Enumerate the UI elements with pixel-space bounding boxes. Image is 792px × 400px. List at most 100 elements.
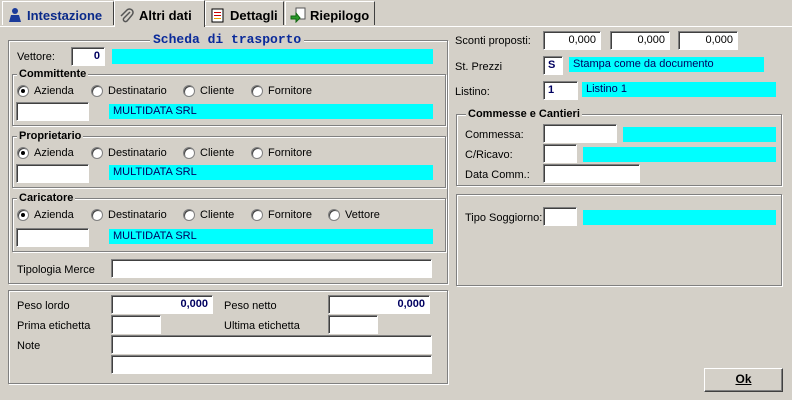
summary-icon [290, 7, 306, 24]
tab-label: Riepilogo [310, 7, 370, 23]
committente-code-field[interactable] [16, 102, 89, 121]
radio-dot [251, 209, 263, 221]
st-prezzi-label: St. Prezzi [455, 61, 503, 73]
radio-label: Destinatario [108, 209, 167, 221]
radio-dot [17, 209, 29, 221]
note-label: Note [17, 340, 41, 352]
tipologia-merce-field[interactable] [111, 259, 432, 278]
radio-dot [183, 209, 195, 221]
proprietario-title: Proprietario [17, 130, 84, 142]
radio-dot [328, 209, 340, 221]
radio-dot [251, 147, 263, 159]
radio-dot [183, 147, 195, 159]
radio-label: Azienda [34, 85, 74, 97]
committente-name-field: MULTIDATA SRL [109, 104, 433, 119]
listino-code-field[interactable]: 1 [543, 81, 578, 100]
tipo-soggiorno-label: Tipo Soggiorno: [465, 212, 543, 224]
tab-dettagli[interactable]: Dettagli [205, 1, 284, 25]
scheda-trasporto-title: Scheda di trasporto [150, 32, 305, 47]
ok-button-label: Ok [735, 372, 752, 386]
peso-lordo-field[interactable]: 0,000 [111, 295, 213, 314]
paperclip-icon [119, 7, 135, 24]
radio-dot [17, 85, 29, 97]
listino-desc: Listino 1 [582, 82, 776, 97]
caricatore-name-field: MULTIDATA SRL [109, 229, 433, 244]
radio-dot [17, 147, 29, 159]
commessa-desc [623, 127, 776, 142]
caricatore-radio-destinatario[interactable]: Destinatario [91, 209, 167, 221]
ultima-etichetta-label: Ultima etichetta [224, 320, 300, 332]
committente-radio-azienda[interactable]: Azienda [17, 85, 74, 97]
radio-label: Azienda [34, 209, 74, 221]
commessa-label: Commessa: [465, 129, 524, 141]
radio-label: Fornitore [268, 85, 313, 97]
data-comm-label: Data Comm.: [465, 169, 530, 181]
radio-label: Fornitore [268, 209, 313, 221]
radio-label: Cliente [200, 147, 235, 159]
proprietario-name-field: MULTIDATA SRL [109, 165, 433, 180]
radio-dot [91, 209, 103, 221]
committente-radio-destinatario[interactable]: Destinatario [91, 85, 167, 97]
st-prezzi-code-field[interactable]: S [543, 56, 563, 75]
vettore-label: Vettore: [17, 51, 55, 63]
note-field-1[interactable] [111, 335, 432, 354]
sconto-3-field[interactable]: 0,000 [678, 31, 738, 50]
sconto-2-field[interactable]: 0,000 [610, 31, 670, 50]
document-icon [210, 7, 226, 23]
radio-label: Cliente [200, 209, 235, 221]
tipo-soggiorno-field[interactable] [543, 207, 577, 226]
sconti-label: Sconti proposti: [455, 35, 531, 47]
prima-etichetta-label: Prima etichetta [17, 320, 91, 332]
caricatore-radio-vettore[interactable]: Vettore [328, 209, 380, 221]
radio-label: Destinatario [108, 85, 167, 97]
sconto-1-field[interactable]: 0,000 [543, 31, 601, 50]
commesse-title: Commesse e Cantieri [466, 108, 582, 120]
proprietario-radio-azienda[interactable]: Azienda [17, 147, 74, 159]
radio-dot [91, 147, 103, 159]
tab-altri-dati[interactable]: Altri dati [114, 0, 205, 27]
radio-dot [251, 85, 263, 97]
vettore-name-field [112, 49, 433, 64]
radio-label: Azienda [34, 147, 74, 159]
st-prezzi-desc: Stampa come da documento [569, 57, 764, 72]
person-icon [7, 7, 23, 23]
tab-label: Intestazione [27, 7, 103, 23]
ok-button[interactable]: Ok [704, 368, 783, 392]
tipologia-merce-label: Tipologia Merce [17, 264, 95, 276]
caricatore-radio-cliente[interactable]: Cliente [183, 209, 234, 221]
commessa-field[interactable] [543, 124, 617, 143]
radio-dot [91, 85, 103, 97]
committente-title: Committente [17, 68, 89, 80]
proprietario-radio-destinatario[interactable]: Destinatario [91, 147, 167, 159]
tipo-soggiorno-desc [583, 210, 776, 225]
caricatore-radio-azienda[interactable]: Azienda [17, 209, 74, 221]
ultima-etichetta-field[interactable] [328, 315, 378, 334]
proprietario-radio-fornitore[interactable]: Fornitore [251, 147, 312, 159]
proprietario-radio-cliente[interactable]: Cliente [183, 147, 234, 159]
radio-label: Cliente [200, 85, 235, 97]
radio-dot [183, 85, 195, 97]
committente-radio-cliente[interactable]: Cliente [183, 85, 234, 97]
tab-label: Altri dati [139, 8, 192, 23]
peso-netto-field[interactable]: 0,000 [328, 295, 430, 314]
radio-label: Vettore [345, 209, 380, 221]
committente-radio-fornitore[interactable]: Fornitore [251, 85, 312, 97]
cricavo-desc [583, 147, 776, 162]
listino-label: Listino: [455, 86, 490, 98]
prima-etichetta-field[interactable] [111, 315, 161, 334]
peso-netto-label: Peso netto [224, 300, 277, 312]
tab-label: Dettagli [230, 7, 278, 23]
caricatore-title: Caricatore [17, 192, 76, 204]
soggiorno-group [456, 194, 782, 286]
vettore-code-field[interactable]: 0 [71, 47, 105, 66]
cricavo-label: C/Ricavo: [465, 149, 513, 161]
tab-intestazione[interactable]: Intestazione [2, 1, 114, 25]
cricavo-field[interactable] [543, 144, 577, 163]
radio-label: Fornitore [268, 147, 313, 159]
proprietario-code-field[interactable] [16, 164, 89, 183]
note-field-2[interactable] [111, 355, 432, 374]
caricatore-code-field[interactable] [16, 228, 89, 247]
tab-riepilogo[interactable]: Riepilogo [285, 1, 375, 25]
data-comm-field[interactable] [543, 164, 640, 183]
caricatore-radio-fornitore[interactable]: Fornitore [251, 209, 312, 221]
